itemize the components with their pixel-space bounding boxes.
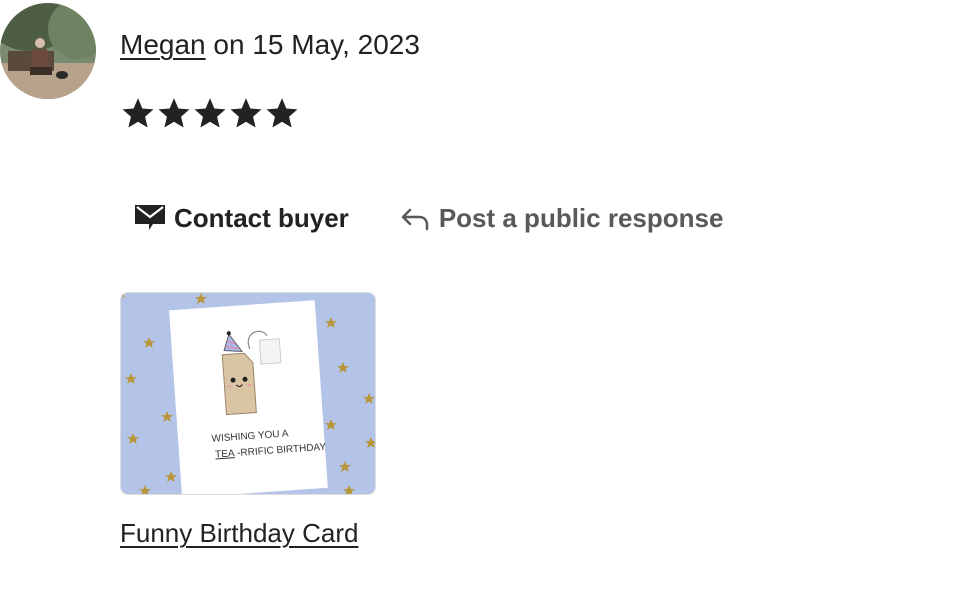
review-actions: Contact buyer Post a public response bbox=[120, 196, 723, 240]
review-date: on 15 May, 2023 bbox=[213, 29, 420, 60]
star-icon bbox=[158, 98, 190, 128]
listing-thumbnail[interactable]: WISHING YOU A TEA -RRIFIC BIRTHDAY bbox=[120, 292, 376, 495]
review-card: Megan on 15 May, 2023 Contact buyer Post… bbox=[0, 0, 966, 614]
birthday-card-image: WISHING YOU A TEA -RRIFIC BIRTHDAY bbox=[121, 293, 375, 494]
mail-icon bbox=[135, 205, 165, 230]
post-public-response-label: Post a public response bbox=[438, 202, 724, 233]
contact-buyer-button[interactable]: Contact buyer bbox=[120, 203, 349, 234]
reviewer-avatar[interactable] bbox=[0, 3, 96, 99]
card-text-underlined: TEA bbox=[215, 448, 235, 460]
review-meta: Megan on 15 May, 2023 bbox=[120, 28, 420, 62]
reviewer-photo bbox=[0, 3, 96, 99]
contact-buyer-label: Contact buyer bbox=[174, 202, 349, 233]
post-public-response-button[interactable]: Post a public response bbox=[399, 202, 724, 234]
reviewer-name-link[interactable]: Megan bbox=[120, 29, 206, 60]
star-icon bbox=[266, 98, 298, 128]
star-icon bbox=[194, 98, 226, 128]
listing-title-link[interactable]: Funny Birthday Card bbox=[120, 517, 358, 549]
star-rating bbox=[120, 96, 300, 132]
star-icon bbox=[230, 98, 262, 128]
star-icon bbox=[122, 98, 154, 128]
reply-arrow-icon bbox=[401, 208, 429, 231]
